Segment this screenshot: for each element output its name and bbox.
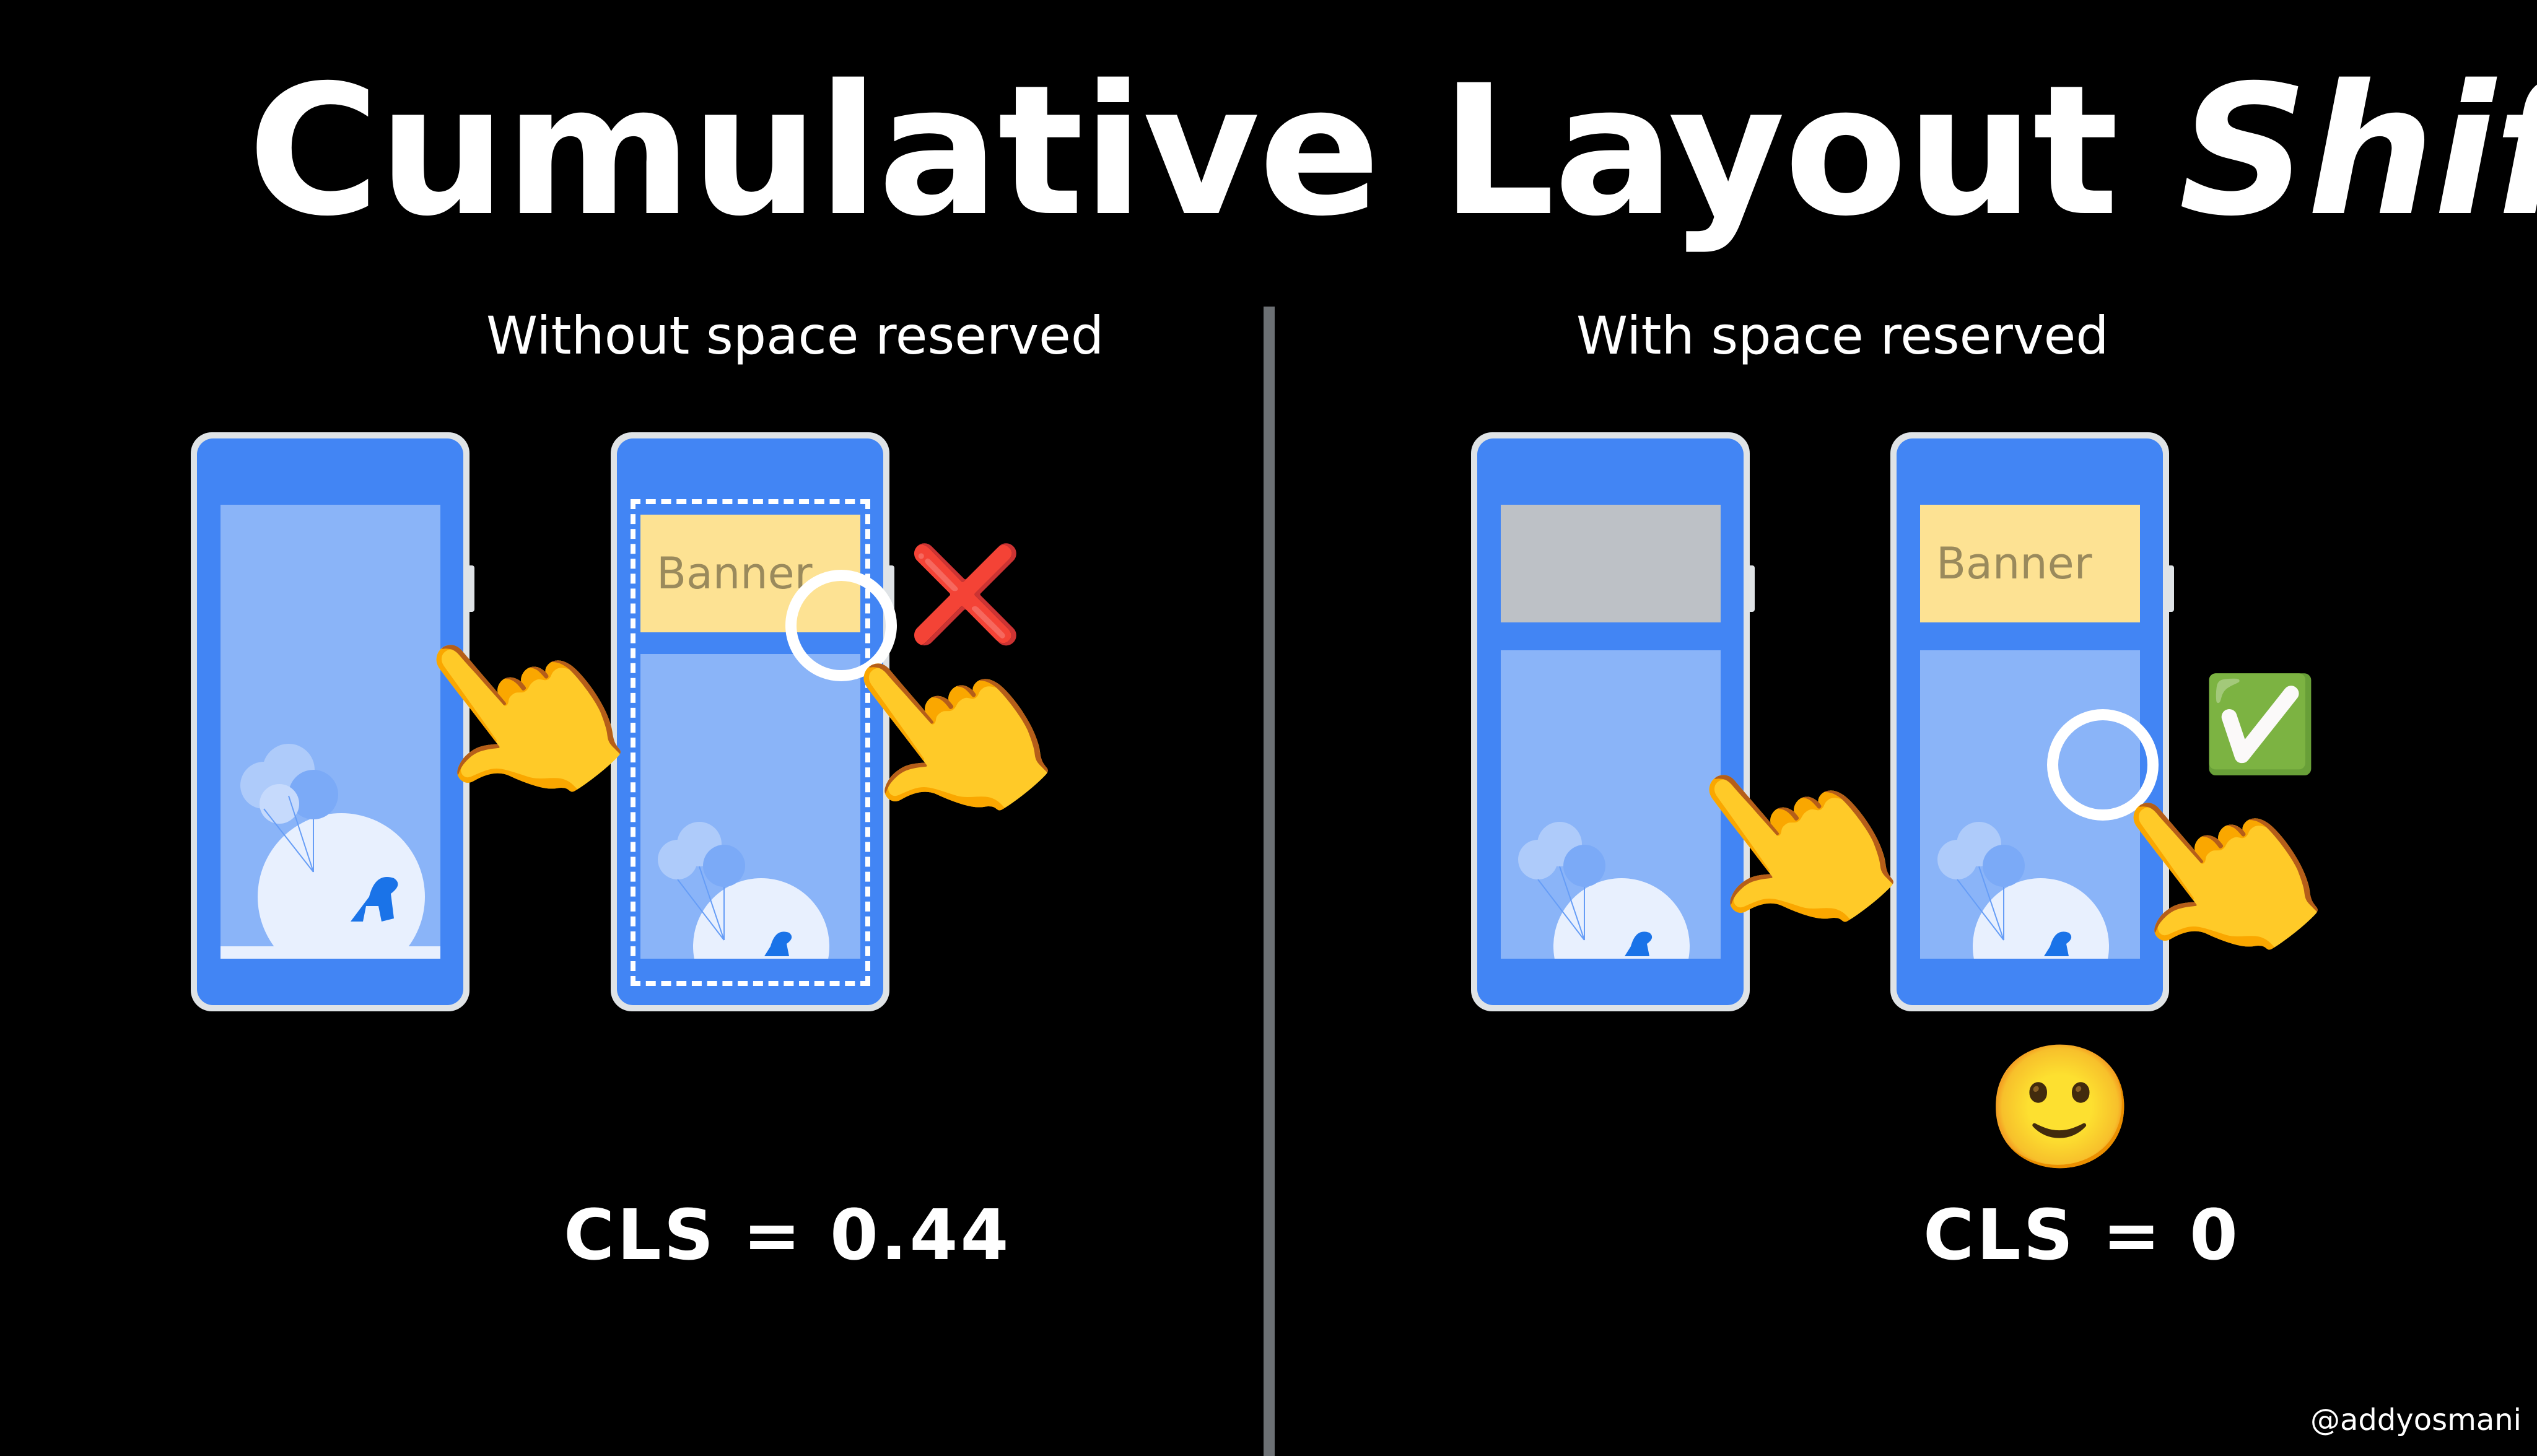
reserved-placeholder [1501,505,1721,622]
title-italic: Shift [2178,47,2537,256]
center-divider [1264,307,1275,1456]
smiling-face-icon: 🙂 [1985,1037,2136,1177]
right-cls-score: CLS = 0 [1923,1195,2240,1276]
phone-side-button [469,565,474,612]
phone-side-button [2169,565,2174,612]
left-subtitle: Without space reserved [486,305,1104,366]
banner: Banner [1920,505,2140,622]
title-main: Cumulative Layout [248,47,2179,256]
banner-label: Banner [1936,538,2092,589]
author-credit: @addyosmani [2310,1403,2522,1437]
phone-screen [1477,438,1744,1005]
page-title: Cumulative Layout Shift [248,62,2537,242]
right-subtitle: With space reserved [1576,305,2109,366]
phone-side-button [1750,565,1755,612]
crying-face-icon: 😭 [703,1027,848,1171]
left-cls-score: CLS = 0.44 [564,1195,1011,1276]
